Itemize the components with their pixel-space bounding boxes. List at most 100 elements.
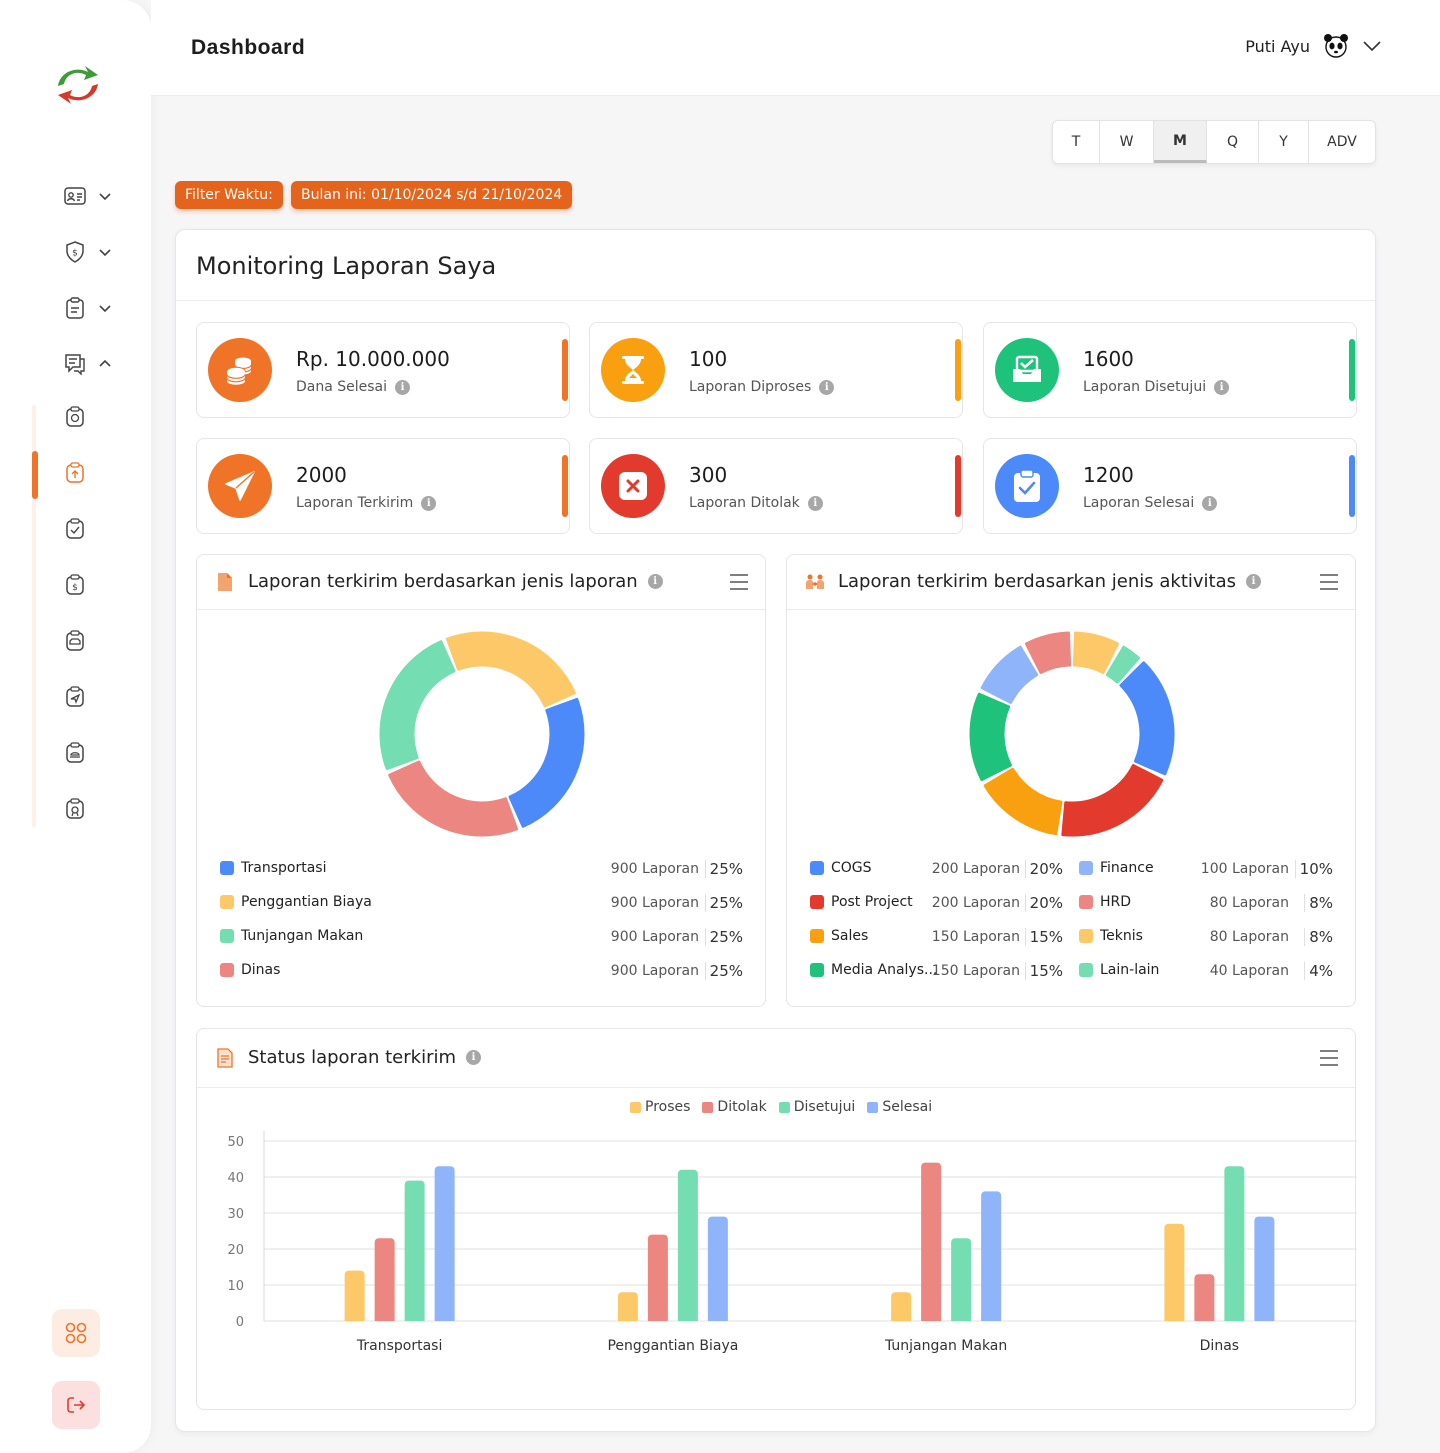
stat-card-laporan-ditolak[interactable]: 300 Laporan Ditolak i bbox=[589, 438, 963, 534]
submenu-item-6[interactable] bbox=[62, 686, 88, 712]
donut-slice-media-analys-[interactable] bbox=[969, 692, 1012, 782]
submenu-item-5[interactable] bbox=[62, 630, 88, 656]
donut-slice-penggantian-biaya[interactable] bbox=[445, 631, 576, 708]
bar-ditolak-penggantian-biaya[interactable] bbox=[647, 1234, 668, 1321]
donut-slice-cogs[interactable] bbox=[1119, 661, 1175, 776]
stat-card-dana-selesai[interactable]: Rp. 10.000.000 Dana Selesai i bbox=[196, 322, 570, 418]
info-icon[interactable]: i bbox=[1246, 574, 1262, 589]
nav-menu-tasks[interactable] bbox=[62, 295, 112, 321]
donut-slice-transportasi[interactable] bbox=[508, 697, 585, 828]
legend-item[interactable]: Tunjangan Makan bbox=[220, 928, 363, 944]
user-menu[interactable]: Puti Ayu bbox=[1245, 32, 1382, 60]
accent-bar bbox=[955, 455, 961, 517]
legend-item[interactable]: Transportasi bbox=[220, 860, 326, 876]
legend-item[interactable]: Media Analys... bbox=[810, 962, 937, 978]
submenu-item-7[interactable] bbox=[62, 742, 88, 768]
bar-proses-penggantian-biaya[interactable] bbox=[617, 1292, 638, 1321]
legend-item[interactable]: HRD bbox=[1079, 894, 1131, 910]
bar-selesai-dinas[interactable] bbox=[1254, 1216, 1275, 1321]
info-icon[interactable]: i bbox=[819, 379, 835, 395]
legend-item[interactable]: Sales bbox=[810, 928, 868, 944]
menu-icon[interactable] bbox=[1319, 1049, 1339, 1067]
legend-item[interactable]: Penggantian Biaya bbox=[220, 894, 372, 910]
bar-selesai-transportasi[interactable] bbox=[434, 1166, 455, 1321]
bar-legend-item[interactable]: Proses bbox=[630, 1099, 690, 1115]
bar-base bbox=[434, 1317, 455, 1321]
legend-label: Teknis bbox=[1100, 928, 1143, 944]
tab-period-y[interactable]: Y bbox=[1259, 121, 1309, 163]
info-icon[interactable]: i bbox=[647, 574, 663, 589]
bar-ditolak-dinas[interactable] bbox=[1194, 1274, 1215, 1321]
tab-period-w[interactable]: W bbox=[1100, 121, 1154, 163]
bar-ditolak-tunjangan-makan[interactable] bbox=[921, 1162, 942, 1321]
info-icon[interactable]: i bbox=[395, 379, 411, 395]
apps-button[interactable] bbox=[52, 1309, 100, 1357]
bar-legend-item[interactable]: Disetujui bbox=[778, 1099, 855, 1115]
nav-menu-finance[interactable]: $ bbox=[62, 239, 112, 265]
tab-period-m[interactable]: M bbox=[1154, 121, 1207, 163]
legend-item[interactable]: Post Project bbox=[810, 894, 913, 910]
bar-proses-transportasi[interactable] bbox=[344, 1270, 365, 1321]
donut-slice-tunjangan-makan[interactable] bbox=[379, 640, 456, 771]
filter-label-chip: Filter Waktu: bbox=[175, 181, 283, 209]
stat-card-laporan-diproses[interactable]: 100 Laporan Diproses i bbox=[589, 322, 963, 418]
bar-selesai-penggantian-biaya[interactable] bbox=[707, 1216, 728, 1321]
legend-item[interactable]: Dinas bbox=[220, 962, 280, 978]
legend-label: Tunjangan Makan bbox=[241, 928, 364, 944]
stat-card-laporan-disetujui[interactable]: 1600 Laporan Disetujui i bbox=[983, 322, 1357, 418]
donut-slice-sales[interactable] bbox=[983, 767, 1063, 836]
info-icon[interactable]: i bbox=[421, 495, 437, 511]
coins-icon bbox=[208, 338, 272, 402]
bar-legend-item[interactable]: Ditolak bbox=[702, 1099, 767, 1115]
bar-ditolak-transportasi[interactable] bbox=[374, 1238, 395, 1321]
donut-slice-post-project[interactable] bbox=[1061, 764, 1164, 837]
submenu-item-4[interactable]: $ bbox=[62, 574, 88, 600]
bar-base bbox=[677, 1317, 698, 1321]
bar-legend-item[interactable]: Selesai bbox=[867, 1099, 932, 1115]
tab-period-adv[interactable]: ADV bbox=[1309, 121, 1375, 163]
stat-card-laporan-selesai[interactable]: 1200 Laporan Selesai i bbox=[983, 438, 1357, 534]
bar-proses-dinas[interactable] bbox=[1164, 1223, 1185, 1321]
legend-item[interactable]: Teknis bbox=[1079, 928, 1143, 944]
nav-menu-profile[interactable] bbox=[62, 183, 112, 209]
nav-menu-reports[interactable] bbox=[62, 351, 112, 377]
legend-label: Ditolak bbox=[717, 1099, 767, 1115]
legend-item[interactable]: Finance bbox=[1079, 860, 1154, 876]
close-box-icon bbox=[601, 454, 665, 518]
info-icon[interactable]: i bbox=[807, 495, 823, 511]
bar-disetujui-tunjangan-makan[interactable] bbox=[951, 1238, 972, 1321]
legend-swatch bbox=[1079, 895, 1093, 909]
info-icon[interactable]: i bbox=[1214, 379, 1230, 395]
app-logo[interactable] bbox=[52, 62, 104, 108]
tab-period-q[interactable]: Q bbox=[1207, 121, 1259, 163]
submenu-item-3[interactable] bbox=[62, 518, 88, 544]
menu-icon[interactable] bbox=[729, 573, 749, 591]
submenu-item-8[interactable] bbox=[62, 798, 88, 824]
submenu-item-1[interactable] bbox=[62, 406, 88, 432]
legend-item[interactable]: COGS bbox=[810, 860, 872, 876]
info-icon[interactable]: i bbox=[1202, 495, 1218, 511]
tab-period-t[interactable]: T bbox=[1053, 121, 1100, 163]
submenu-item-2[interactable] bbox=[62, 462, 88, 488]
bar-base bbox=[1194, 1317, 1215, 1321]
bar-disetujui-transportasi[interactable] bbox=[404, 1180, 425, 1321]
legend-item[interactable]: Lain-lain bbox=[1079, 962, 1159, 978]
logout-button[interactable] bbox=[52, 1381, 100, 1429]
date-range-chip[interactable]: Bulan ini: 01/10/2024 s/d 21/10/2024 bbox=[291, 181, 573, 209]
info-icon[interactable]: i bbox=[466, 1050, 482, 1065]
legend-swatch bbox=[810, 963, 824, 977]
clipboard-icon bbox=[62, 295, 88, 321]
bar-disetujui-dinas[interactable] bbox=[1224, 1166, 1245, 1321]
legend-label: Lain-lain bbox=[1100, 962, 1160, 978]
menu-icon[interactable] bbox=[1319, 573, 1339, 591]
bar-disetujui-penggantian-biaya[interactable] bbox=[677, 1169, 698, 1321]
donut-slice-dinas[interactable] bbox=[388, 760, 519, 837]
chevron-down-icon bbox=[1363, 41, 1381, 52]
legend-label: Proses bbox=[645, 1099, 691, 1115]
bar-proses-tunjangan-makan[interactable] bbox=[891, 1292, 912, 1321]
legend-label: Dinas bbox=[241, 962, 281, 978]
y-tick-label: 30 bbox=[227, 1207, 244, 1222]
donut-slice-finance[interactable] bbox=[980, 645, 1039, 704]
stat-card-laporan-terkirim[interactable]: 2000 Laporan Terkirim i bbox=[196, 438, 570, 534]
bar-selesai-tunjangan-makan[interactable] bbox=[981, 1191, 1002, 1321]
